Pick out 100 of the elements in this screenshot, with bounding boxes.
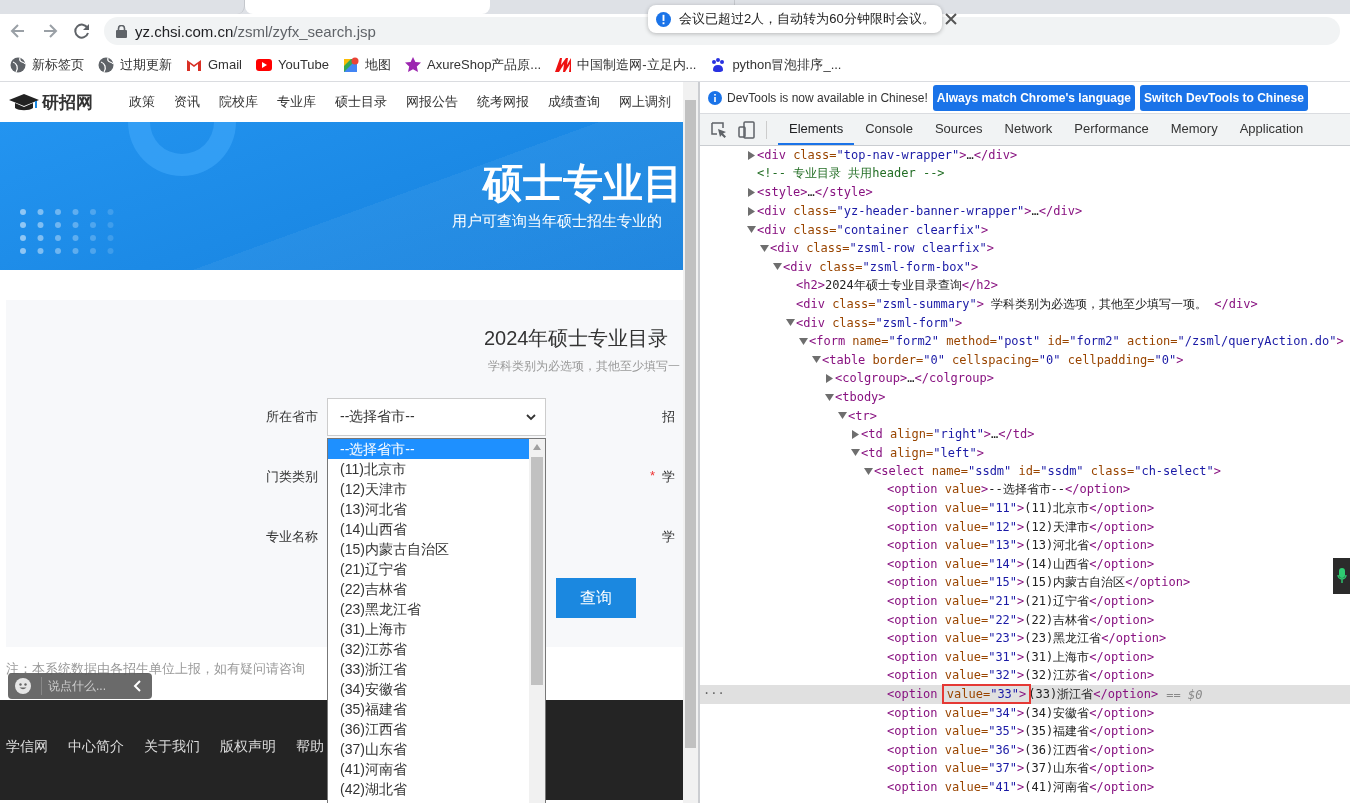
scrollbar[interactable] [683, 82, 698, 803]
dom-node-row[interactable]: <style>…</style> [700, 183, 1350, 202]
dom-node-row[interactable]: <div class="zsml-row clearfix"> [700, 238, 1350, 258]
footer-link[interactable]: 版权声明 [220, 738, 276, 800]
triangle-right-icon[interactable] [851, 429, 860, 439]
triangle-right-icon[interactable] [747, 188, 756, 197]
triangle-right-icon[interactable] [747, 150, 756, 160]
dom-node-row[interactable]: <div class="zsml-summary"> 学科类别为必选项，其他至少填写一项。 </div> [700, 294, 1350, 314]
devtools-tab[interactable]: Sources [923, 114, 994, 145]
map-pin-icon[interactable] [343, 56, 360, 73]
triangle-down-icon[interactable] [838, 411, 847, 421]
star-icon[interactable] [405, 56, 422, 73]
triangle-down-icon[interactable] [864, 466, 873, 476]
nav-link[interactable]: 网上调剂 [619, 93, 671, 111]
dom-node-row[interactable]: <div class="top-nav-wrapper">…</div> [700, 146, 1350, 165]
dom-node-row[interactable]: <option value="12">(12)天津市</option> [700, 517, 1350, 537]
dom-node-row[interactable]: <tbody> [700, 387, 1350, 407]
dropdown-list[interactable]: --选择省市-- (11)北京市 (12)天津市 (13)河北省 (14)山西省 (15)内蒙古自治区 (21)辽宁省 (22)吉林省 (23)黑龙江省 (31)上海市 (32)江苏省 (33)浙江省 (34)安徽省 (35)福建省 (36)江西省 (37)山东省 (41)河南省 (42)湖北省 [327, 438, 546, 803]
language-button[interactable]: Switch DevTools to Chinese [1140, 84, 1308, 111]
dropdown-option[interactable]: (14)山西省 [328, 519, 529, 539]
globe-icon[interactable] [98, 56, 114, 73]
bookmark[interactable]: 新标签页 [10, 55, 84, 74]
dropdown-option[interactable]: (32)江苏省 [328, 639, 529, 659]
chevron-left-icon[interactable] [133, 680, 143, 692]
dropdown-option[interactable]: (12)天津市 [328, 479, 529, 499]
dropdown-option[interactable]: (36)江西省 [328, 719, 529, 739]
m-logo-icon[interactable] [555, 56, 572, 73]
dom-node-row[interactable]: <div class="yz-header-banner-wrapper">…</div> [700, 201, 1350, 221]
dom-node-row[interactable]: <option value="11">(11)北京市</option> [700, 499, 1350, 518]
devtools-tab[interactable]: Memory [1159, 114, 1229, 145]
dom-node-row[interactable]: <div class="zsml-form"> [700, 313, 1350, 332]
footer-link[interactable]: 中心简介 [68, 738, 124, 800]
triangle-down-icon[interactable] [825, 392, 834, 402]
nav-link[interactable]: 政策 [129, 93, 155, 111]
scrollbar-thumb[interactable] [685, 100, 696, 748]
dom-node-row[interactable]: <option value="32">(32)江苏省</option> [700, 666, 1350, 686]
inspect-icon[interactable] [710, 120, 728, 139]
more-icon[interactable]: ··· [703, 685, 725, 703]
paw-icon[interactable] [710, 56, 727, 73]
dropdown-option[interactable]: (42)湖北省 [328, 779, 529, 799]
triangle-down-icon[interactable] [851, 448, 860, 458]
triangle-down-icon[interactable] [747, 225, 756, 235]
triangle-down-icon[interactable] [799, 336, 808, 346]
dropdown-option[interactable]: (11)北京市 [328, 459, 529, 479]
province-select[interactable]: --选择省市-- [327, 398, 546, 436]
triangle-down-icon[interactable] [760, 243, 769, 253]
scrollbar-thumb[interactable] [531, 457, 543, 685]
dom-node-row[interactable]: <!-- 专业目录 共用header --> [700, 164, 1350, 184]
dropdown-option[interactable]: (34)安徽省 [328, 679, 529, 699]
triangle-down-icon[interactable] [786, 318, 795, 328]
dropdown-option[interactable]: (21)辽宁省 [328, 559, 529, 579]
dom-node-row[interactable]: <option value="34">(34)安徽省</option> [700, 703, 1350, 723]
footer-link[interactable]: 关于我们 [144, 738, 200, 800]
dom-node-row[interactable]: <select name="ssdm" id="ssdm" class="ch-select"> [700, 462, 1350, 481]
nav-link[interactable]: 统考网报 [477, 93, 529, 111]
smiley-icon[interactable] [15, 678, 31, 694]
dom-node-row[interactable]: <option value="21">(21)辽宁省</option> [700, 592, 1350, 611]
dom-node-row[interactable]: <option value="23">(23)黑龙江省</option> [700, 629, 1350, 649]
dom-node-row[interactable]: <div class="container clearfix"> [700, 220, 1350, 239]
nav-link[interactable]: 专业库 [277, 93, 316, 111]
bookmark[interactable]: 中国制造网-立足内... [555, 55, 697, 74]
device-icon[interactable] [738, 120, 756, 139]
dom-node-row[interactable]: <option value="35">(35)福建省</option> [700, 722, 1350, 741]
dom-node-row[interactable]: <div class="zsml-form-box"> [700, 257, 1350, 277]
query-button[interactable]: 查询 [556, 578, 636, 618]
dropdown-option[interactable]: (13)河北省 [328, 499, 529, 519]
dom-node-row[interactable]: <option value>--选择省市--</option> [700, 480, 1350, 500]
dom-node-row[interactable]: <td align="left"> [700, 443, 1350, 463]
footer-link[interactable]: 帮助 [296, 738, 324, 800]
devtools-tab[interactable]: Performance [1063, 114, 1160, 145]
devtools-tab[interactable]: Network [993, 114, 1064, 145]
triangle-down-icon[interactable] [812, 355, 821, 365]
globe-icon[interactable] [10, 56, 26, 73]
dropdown-option[interactable]: (33)浙江省 [328, 659, 529, 679]
dropdown-option[interactable]: (23)黑龙江省 [328, 599, 529, 619]
chat-input-field[interactable]: 说点什么... [41, 677, 121, 695]
bookmark[interactable]: AxureShop产品原... [405, 55, 542, 74]
chat-widget[interactable]: 说点什么... [8, 673, 152, 699]
nav-link[interactable]: 资讯 [174, 93, 200, 111]
dropdown-option[interactable]: (41)河南省 [328, 759, 529, 779]
triangle-right-icon[interactable] [825, 373, 834, 383]
dom-node-row[interactable]: <h2>2024年硕士专业目录查询</h2> [700, 276, 1350, 295]
devtools-tab[interactable]: Application [1228, 114, 1315, 145]
dropdown-option[interactable]: (35)福建省 [328, 699, 529, 719]
dom-node-row[interactable]: <option value="37">(37)山东省</option> [700, 759, 1350, 779]
dom-node-row[interactable]: <form name="form2" method="post" id="form2" action="/zsml/queryAction.do"> [700, 331, 1350, 351]
nav-link[interactable]: 院校库 [219, 93, 258, 111]
bookmark[interactable]: 地图 [343, 55, 392, 74]
dropdown-option[interactable]: (15)内蒙古自治区 [328, 539, 529, 559]
mic-floating-menu[interactable] [1333, 558, 1350, 594]
dropdown-option[interactable]: (22)吉林省 [328, 579, 529, 599]
dom-node-row[interactable]: <colgroup>…</colgroup> [700, 369, 1350, 388]
site-logo-text[interactable]: 研招网 [42, 90, 93, 114]
bookmark[interactable]: Gmail [186, 56, 242, 73]
dropdown-option[interactable]: (37)山东省 [328, 739, 529, 759]
devtools-tab[interactable]: Elements [778, 114, 855, 145]
dom-node-row[interactable]: <option value="31">(31)上海市</option> [700, 648, 1350, 667]
dom-node-row[interactable]: ··· <option value="33"> (33)浙江省</option> == $0 [700, 685, 1350, 704]
dom-node-row[interactable]: <option value="22">(22)吉林省</option> [700, 610, 1350, 630]
dom-node-row[interactable]: <option value="13">(13)河北省</option> [700, 536, 1350, 556]
